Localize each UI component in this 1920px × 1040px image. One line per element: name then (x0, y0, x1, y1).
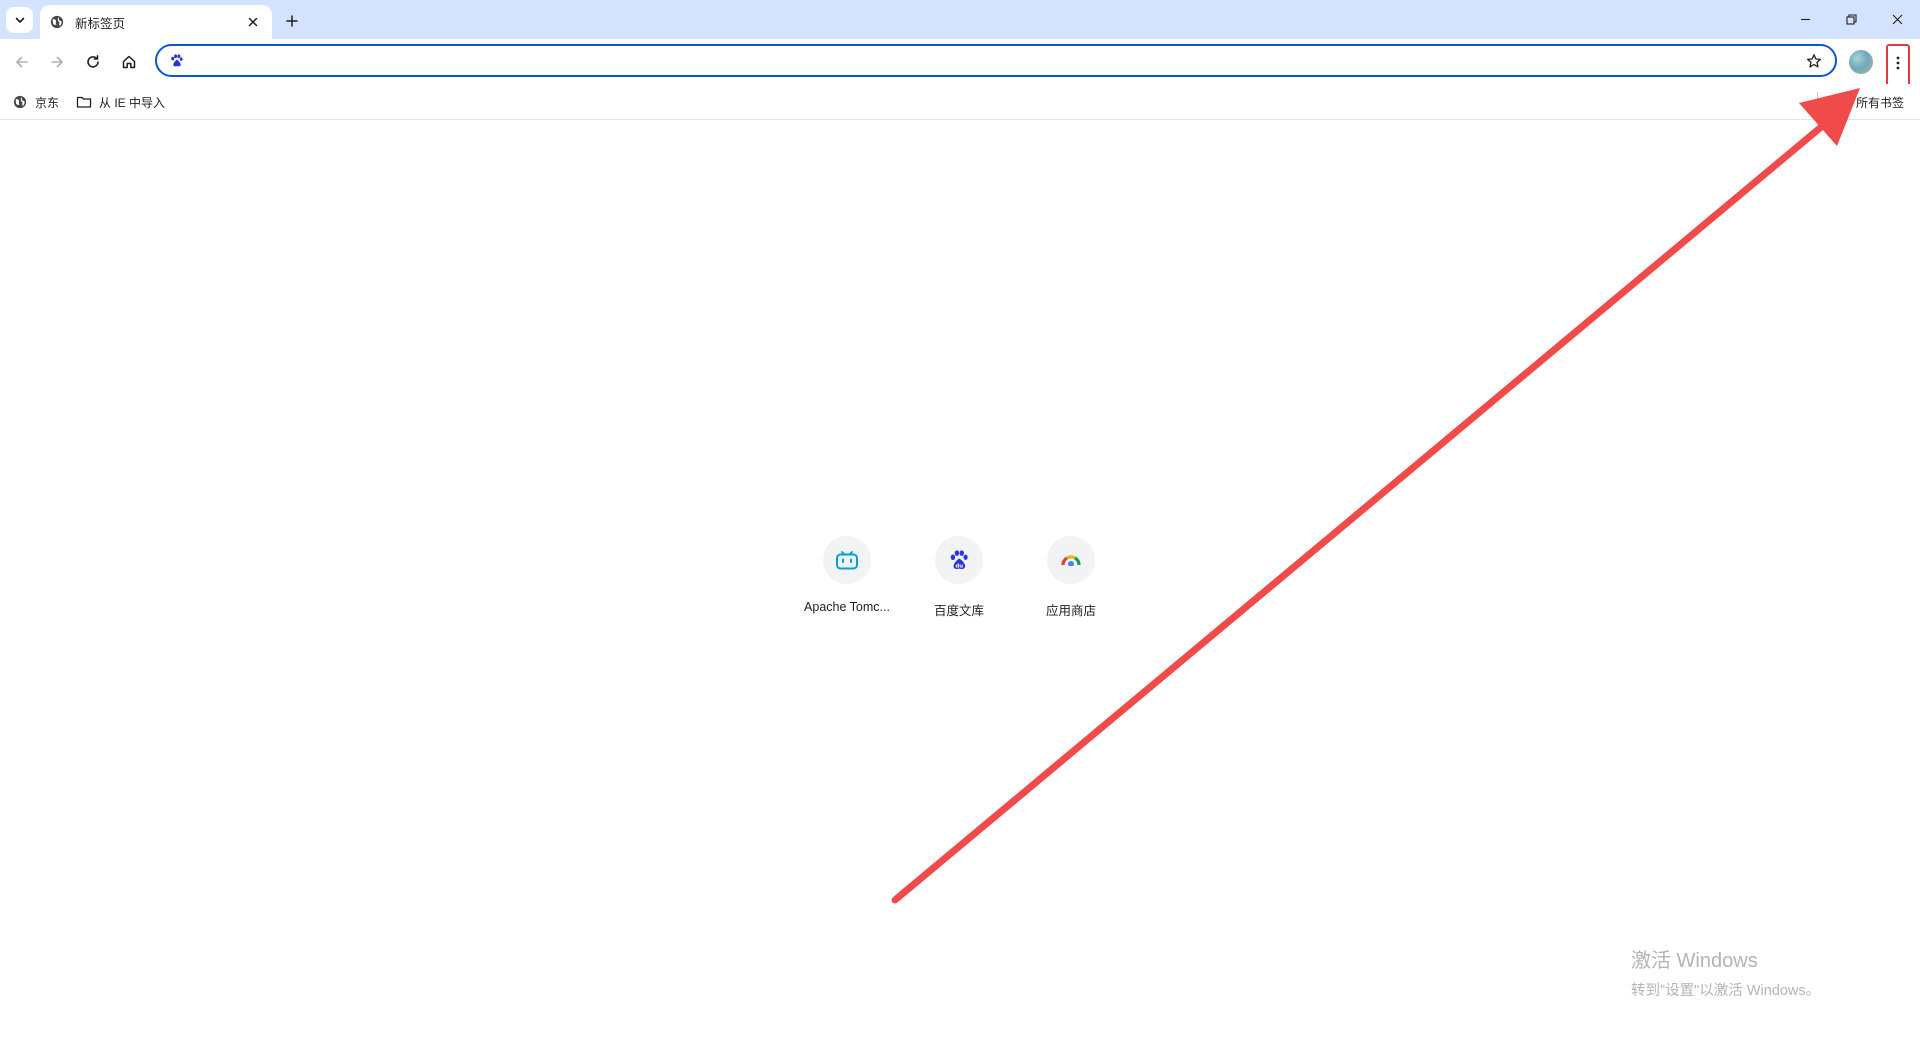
minimize-icon (1800, 18, 1810, 21)
all-bookmarks-button[interactable]: 所有书签 (1856, 91, 1904, 113)
folder-icon (76, 94, 92, 110)
shortcut-icon-circle (823, 536, 871, 584)
forward-button[interactable] (44, 49, 70, 75)
reload-icon (87, 55, 99, 68)
tab-strip: 新标签页 (0, 0, 1920, 39)
bookmark-item-import-ie[interactable]: 从 IE 中导入 (76, 91, 165, 113)
shortcut-icon-circle (1047, 536, 1095, 584)
profile-avatar[interactable] (1849, 50, 1873, 74)
new-tab-button[interactable] (280, 9, 304, 33)
shortcut-icon-circle: du (935, 536, 983, 584)
bookmarks-bar: 京东 从 IE 中导入 所有书签 (0, 84, 1920, 120)
home-icon (122, 55, 136, 69)
chevron-down-icon (15, 17, 24, 23)
address-bar[interactable] (155, 44, 1837, 77)
restore-icon (1845, 14, 1857, 25)
globe-icon (49, 14, 65, 30)
close-window-button[interactable] (1874, 0, 1920, 39)
globe-icon (12, 94, 28, 110)
shortcut-label: 百度文库 (933, 604, 984, 618)
annotation-arrow (891, 88, 1860, 904)
tab-search-button[interactable] (6, 7, 33, 33)
back-button[interactable] (9, 49, 35, 75)
bookmark-star-icon[interactable] (1803, 50, 1825, 72)
tab-close-icon[interactable] (244, 13, 262, 31)
webstore-icon (1061, 555, 1081, 566)
more-vertical-icon (1896, 56, 1900, 70)
shortcuts-grid: Apache Tomc... du 百度文库 应用商店 (0, 536, 1920, 626)
bookmark-label: 从 IE 中导入 (99, 95, 166, 110)
shortcut-tile[interactable]: Apache Tomc... (791, 536, 903, 614)
baidu-paw-icon: du (950, 550, 968, 569)
svg-text:du: du (955, 563, 963, 569)
shortcut-label: Apache Tomc... (804, 600, 890, 614)
minimize-button[interactable] (1782, 0, 1828, 39)
tab-new-tab[interactable]: 新标签页 (40, 5, 272, 39)
watermark-title: 激活 Windows (1631, 950, 1758, 972)
shortcut-tile[interactable]: du 百度文库 (903, 536, 1015, 619)
arrow-left-icon (16, 56, 28, 68)
watermark-subtitle: 转到"设置"以激活 Windows。 (1631, 983, 1821, 999)
home-button[interactable] (116, 49, 142, 75)
windows-activation-watermark: 激活 Windows 转到"设置"以激活 Windows。 (1631, 944, 1820, 1000)
bookmark-separator (1817, 92, 1818, 112)
bookmark-label: 京东 (35, 95, 60, 110)
shortcut-tile[interactable]: 应用商店 (1015, 536, 1127, 619)
close-icon (1892, 14, 1902, 25)
bookmark-item-jd[interactable]: 京东 (12, 91, 59, 113)
shortcut-label: 应用商店 (1045, 604, 1096, 618)
address-input[interactable] (193, 48, 1803, 73)
reload-button[interactable] (80, 49, 106, 75)
baidu-paw-icon (167, 52, 185, 70)
bilibili-tv-icon (836, 551, 858, 570)
toolbar (0, 39, 1920, 94)
restore-button[interactable] (1828, 0, 1874, 39)
arrow-right-icon (51, 56, 63, 68)
all-bookmarks-label: 所有书签 (1856, 95, 1905, 110)
tab-title: 新标签页 (75, 16, 126, 31)
plus-icon (286, 15, 298, 27)
